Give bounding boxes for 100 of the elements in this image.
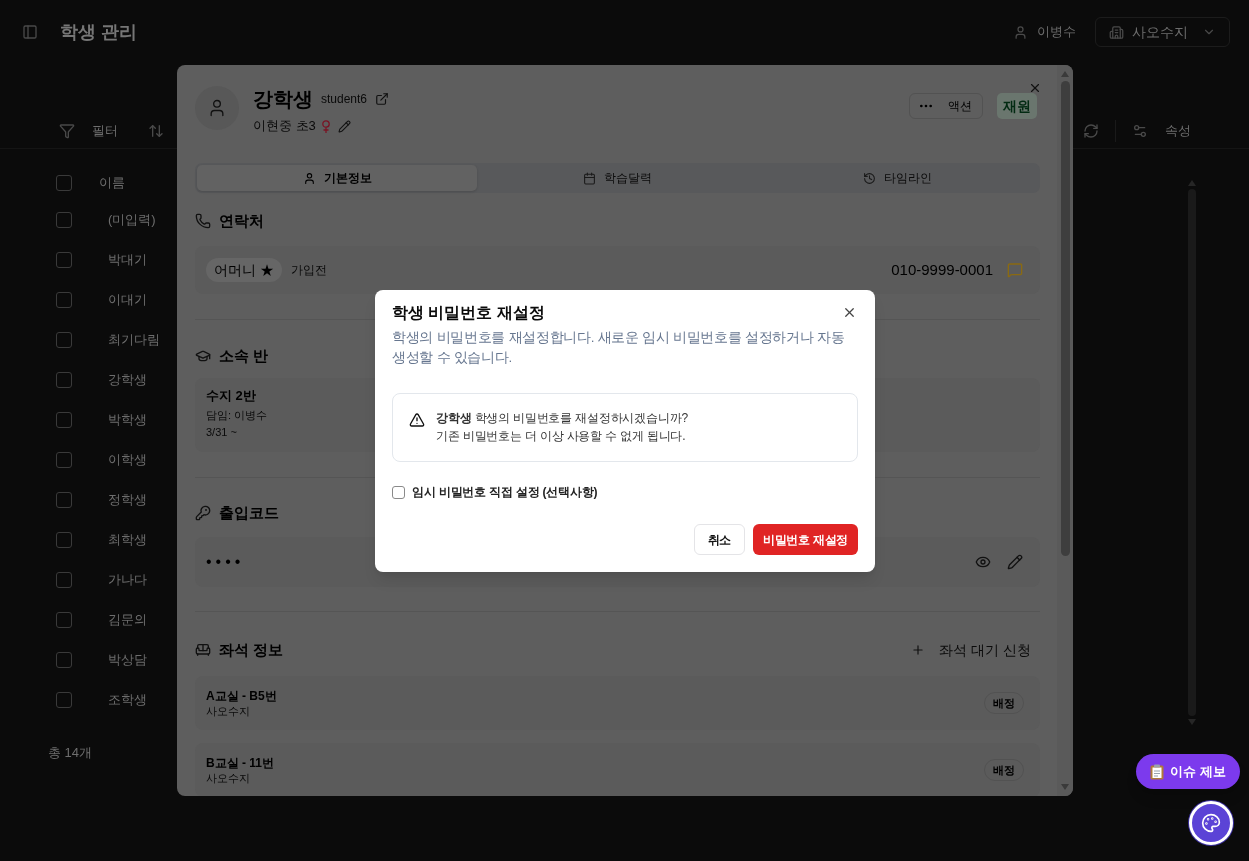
- section-title: 출입코드: [219, 502, 279, 523]
- show-code-button[interactable]: [975, 554, 991, 570]
- student-name[interactable]: 김문의: [108, 610, 147, 630]
- access-code: ••••: [206, 552, 245, 572]
- phone-number: 010-9999-0001: [891, 259, 993, 280]
- class-teacher: 담임: 이병수: [206, 408, 268, 423]
- cancel-button[interactable]: 취소: [693, 524, 746, 555]
- history-icon: [863, 171, 877, 185]
- scroll-up-icon[interactable]: [1061, 71, 1069, 77]
- option-checkbox[interactable]: [392, 485, 405, 499]
- student-name[interactable]: 박대기: [108, 250, 147, 270]
- graduation-cap-icon: [195, 348, 211, 364]
- student-name: 강학생: [253, 87, 313, 112]
- reset-password-button[interactable]: 비밀번호 재설정: [753, 524, 858, 555]
- seat-branch: 사오수지: [206, 703, 251, 719]
- close-icon: [842, 305, 857, 320]
- sofa-icon: [195, 642, 211, 658]
- status-badge: 재원: [997, 93, 1037, 119]
- theme-button[interactable]: [1189, 801, 1233, 845]
- phone-icon: [195, 213, 211, 229]
- properties-button[interactable]: 속성: [1132, 120, 1191, 141]
- relation-tag: 어머니 ★: [206, 258, 282, 282]
- row-checkbox[interactable]: [56, 212, 72, 228]
- filter-button[interactable]: 필터: [59, 120, 118, 141]
- class-name: 수지 2반: [206, 387, 256, 405]
- student-name[interactable]: 최기다림: [108, 330, 160, 350]
- tab[interactable]: 타임라인: [757, 165, 1038, 191]
- column-header: 이름: [99, 174, 125, 193]
- student-name[interactable]: 강학생: [108, 370, 147, 390]
- row-checkbox[interactable]: [56, 292, 72, 308]
- row-checkbox[interactable]: [56, 572, 72, 588]
- select-all-checkbox[interactable]: [56, 175, 72, 191]
- calendar-icon: [583, 171, 596, 185]
- female-icon: [321, 119, 330, 133]
- avatar-icon: [195, 86, 239, 130]
- scroll-down-icon[interactable]: [1188, 719, 1196, 725]
- student-name[interactable]: 최학생: [108, 530, 147, 550]
- edit-button[interactable]: [337, 119, 351, 133]
- student-name[interactable]: 박학생: [108, 410, 147, 430]
- palette-icon: [1201, 813, 1221, 833]
- external-link-icon: [375, 92, 390, 106]
- open-link-button[interactable]: [375, 92, 390, 106]
- row-checkbox[interactable]: [56, 452, 72, 468]
- warning-detail: 기존 비밀번호는 더 이상 사용할 수 없게 됩니다.: [436, 428, 687, 445]
- pencil-icon: [337, 119, 351, 133]
- filter-icon: [59, 122, 75, 139]
- clipboard-icon: [1150, 763, 1164, 780]
- student-name[interactable]: 정학생: [108, 490, 147, 510]
- scrollbar-thumb[interactable]: [1060, 81, 1070, 556]
- tab[interactable]: 학습달력: [477, 165, 758, 191]
- refresh-button[interactable]: [1083, 122, 1099, 139]
- student-username: student6: [321, 91, 368, 108]
- seat-branch: 사오수지: [206, 770, 251, 786]
- settings-icon: [1132, 122, 1148, 139]
- edit-code-button[interactable]: [1007, 554, 1023, 570]
- message-button[interactable]: [1007, 262, 1023, 278]
- page-title: 학생 관리: [60, 20, 137, 44]
- issue-report-button[interactable]: 이슈 제보: [1136, 754, 1240, 789]
- student-name[interactable]: 가나다: [108, 570, 147, 590]
- seat-name: A교실 - B5번: [206, 687, 277, 704]
- student-name[interactable]: 조학생: [108, 690, 147, 710]
- student-name[interactable]: 이학생: [108, 450, 147, 470]
- plus-icon: [911, 643, 926, 657]
- seat-waitlist-button[interactable]: 좌석 대기 신청: [911, 639, 1031, 661]
- signup-status: 가입전: [290, 262, 327, 279]
- sort-button[interactable]: [148, 122, 164, 139]
- section-title: 좌석 정보: [219, 639, 284, 660]
- row-checkbox[interactable]: [56, 252, 72, 268]
- row-checkbox[interactable]: [56, 372, 72, 388]
- pencil-icon: [1007, 554, 1023, 570]
- message-icon: [1007, 262, 1023, 278]
- row-checkbox[interactable]: [56, 652, 72, 668]
- option-label: 임시 비밀번호 직접 설정 (선택사항): [412, 484, 598, 500]
- row-checkbox[interactable]: [56, 332, 72, 348]
- sort-icon: [148, 122, 164, 139]
- student-name[interactable]: 박상담: [108, 650, 147, 670]
- user-name: 이병수: [1037, 23, 1076, 42]
- total-count: 총 14개: [48, 744, 93, 762]
- building-icon: [1109, 24, 1124, 40]
- section-title: 연락처: [219, 210, 264, 231]
- student-school: 이현중 초3: [253, 117, 316, 136]
- refresh-icon: [1083, 122, 1099, 139]
- student-name[interactable]: (미입력): [108, 210, 156, 230]
- dialog-description: 학생의 비밀번호를 재설정합니다. 새로운 임시 비밀번호를 설정하거나 자동 생성할 수 있습니다.: [392, 329, 846, 367]
- row-checkbox[interactable]: [56, 612, 72, 628]
- user-icon: [1013, 24, 1028, 40]
- row-checkbox[interactable]: [56, 692, 72, 708]
- close-button[interactable]: [842, 305, 857, 320]
- scroll-down-icon[interactable]: [1061, 784, 1069, 790]
- student-name[interactable]: 이대기: [108, 290, 147, 310]
- tab[interactable]: 기본정보: [197, 165, 478, 191]
- scroll-up-icon[interactable]: [1188, 180, 1196, 186]
- sidebar-toggle-icon[interactable]: [22, 24, 38, 40]
- row-checkbox[interactable]: [56, 532, 72, 548]
- branch-dropdown[interactable]: 사오수지: [1095, 17, 1230, 47]
- close-icon: [1028, 81, 1042, 95]
- person-icon: [302, 171, 316, 185]
- row-checkbox[interactable]: [56, 412, 72, 428]
- row-checkbox[interactable]: [56, 492, 72, 508]
- action-button[interactable]: 액션: [909, 93, 983, 119]
